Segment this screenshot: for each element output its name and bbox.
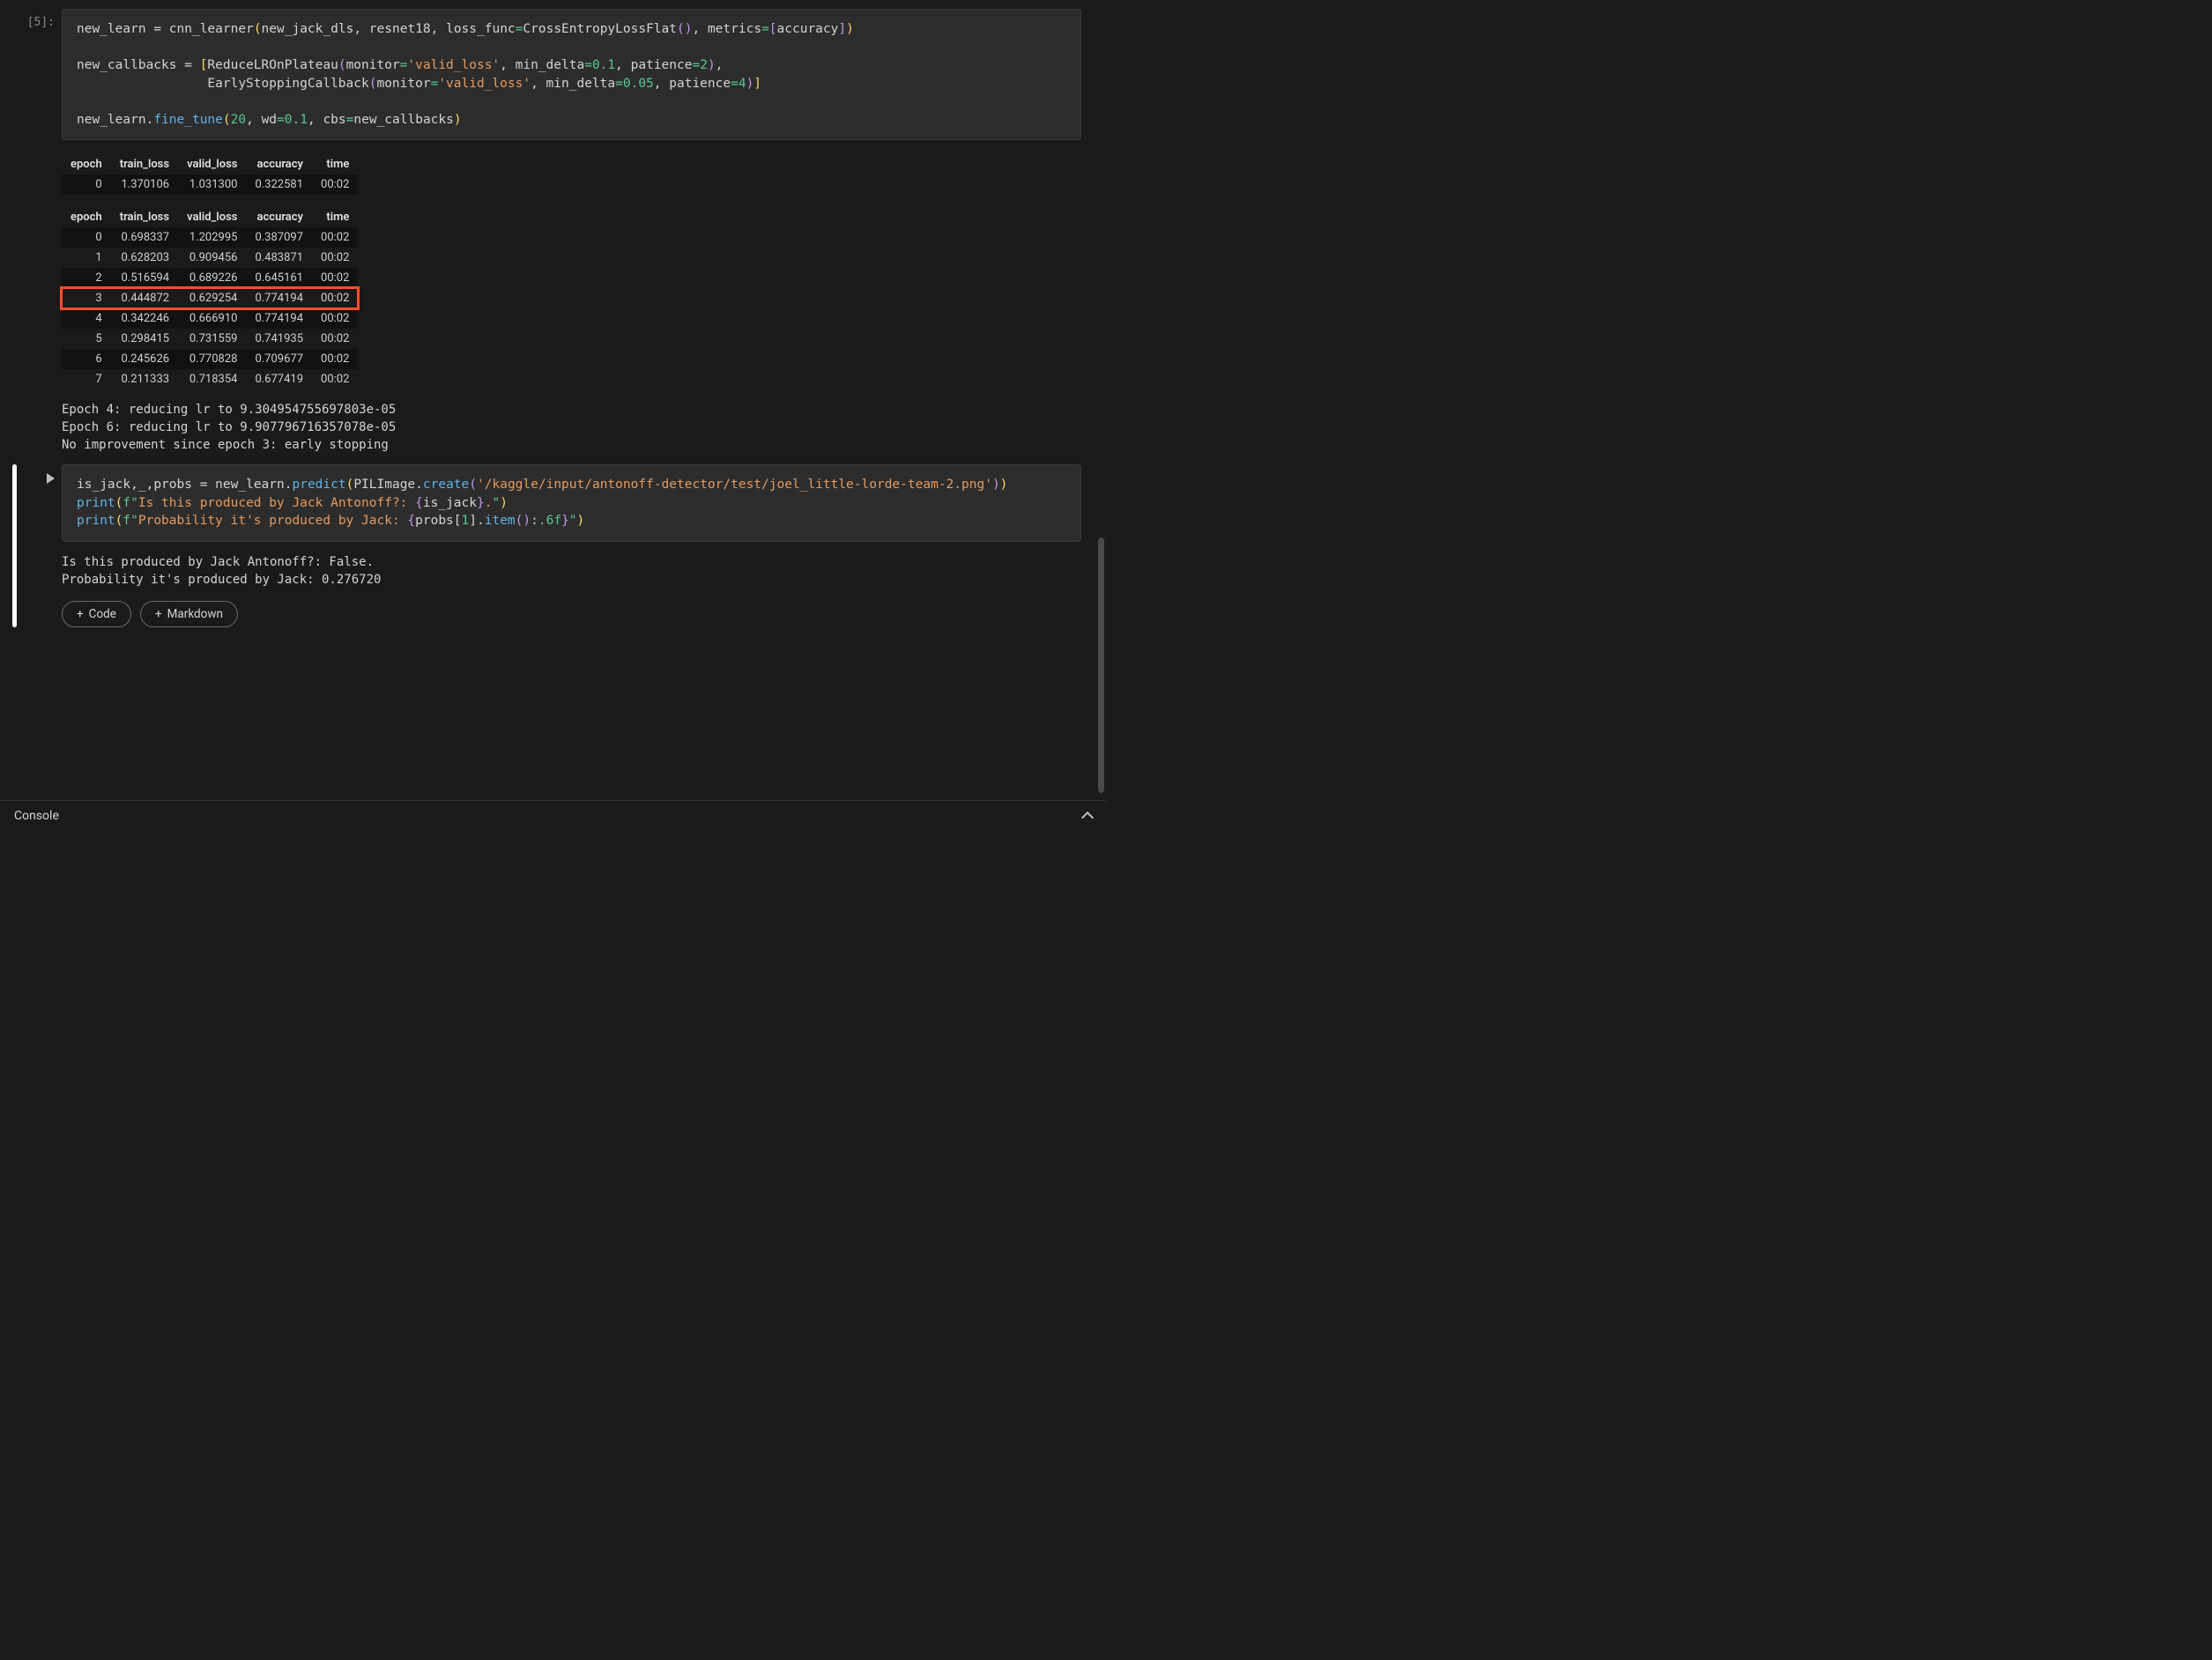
table-header: accuracy [246,207,312,227]
plus-icon: + [77,607,84,621]
cell-gutter [0,464,62,627]
cell-output: epochtrain_lossvalid_lossaccuracytime01.… [62,140,1081,457]
table-row: 70.2113330.7183540.67741900:02 [62,369,358,389]
cell-body: is_jack,_,probs = new_learn.predict(PILI… [62,464,1099,627]
code-editor[interactable]: is_jack,_,probs = new_learn.predict(PILI… [62,464,1081,542]
plus-icon: + [155,607,162,621]
table-header: time [312,154,358,174]
selection-marker [12,464,17,627]
table-row: 30.4448720.6292540.77419400:02 [62,288,358,308]
code-editor[interactable]: new_learn = cnn_learner(new_jack_dls, re… [62,9,1081,140]
table-header: train_loss [111,154,178,174]
add-code-button[interactable]: +Code [62,601,131,627]
notebook: [5]: new_learn = cnn_learner(new_jack_dls… [0,0,1106,627]
add-cell-buttons: +Code +Markdown [62,601,1081,627]
table-row: 00.6983371.2029950.38709700:02 [62,227,358,248]
table-row: 60.2456260.7708280.70967700:02 [62,349,358,369]
table-row: 20.5165940.6892260.64516100:02 [62,268,358,288]
metrics-table: epochtrain_lossvalid_lossaccuracytime01.… [62,154,358,195]
table-header: valid_loss [178,154,246,174]
table-header: epoch [62,154,111,174]
table-row: 50.2984150.7315590.74193500:02 [62,329,358,349]
play-icon[interactable] [47,473,55,484]
table-header: valid_loss [178,207,246,227]
table-header: train_loss [111,207,178,227]
table-header: epoch [62,207,111,227]
notebook-cell: is_jack,_,probs = new_learn.predict(PILI… [0,464,1099,627]
console-label: Console [14,809,59,823]
cell-body: new_learn = cnn_learner(new_jack_dls, re… [62,9,1099,457]
selection-marker [12,567,17,600]
table-row: 01.3701061.0313000.32258100:02 [62,174,358,195]
stdout: Epoch 4: reducing lr to 9.30495475569780… [62,402,1081,454]
cell-prompt: [5]: [27,16,55,29]
scrollbar-thumb[interactable] [1098,537,1104,793]
add-markdown-button[interactable]: +Markdown [140,601,238,627]
table-row: 40.3422460.6669100.77419400:02 [62,308,358,329]
chevron-up-icon [1081,811,1094,823]
table-row: 10.6282030.9094560.48387100:02 [62,248,358,268]
table-header: accuracy [246,154,312,174]
stdout: Is this produced by Jack Antonoff?: Fals… [62,554,1081,589]
console-bar[interactable]: Console [0,800,1106,830]
notebook-viewport: [5]: new_learn = cnn_learner(new_jack_dls… [0,0,1106,830]
metrics-table: epochtrain_lossvalid_lossaccuracytime00.… [62,207,358,389]
notebook-cell: [5]: new_learn = cnn_learner(new_jack_dls… [0,9,1099,457]
table-header: time [312,207,358,227]
cell-gutter: [5]: [0,9,62,457]
cell-output: Is this produced by Jack Antonoff?: Fals… [62,542,1081,592]
